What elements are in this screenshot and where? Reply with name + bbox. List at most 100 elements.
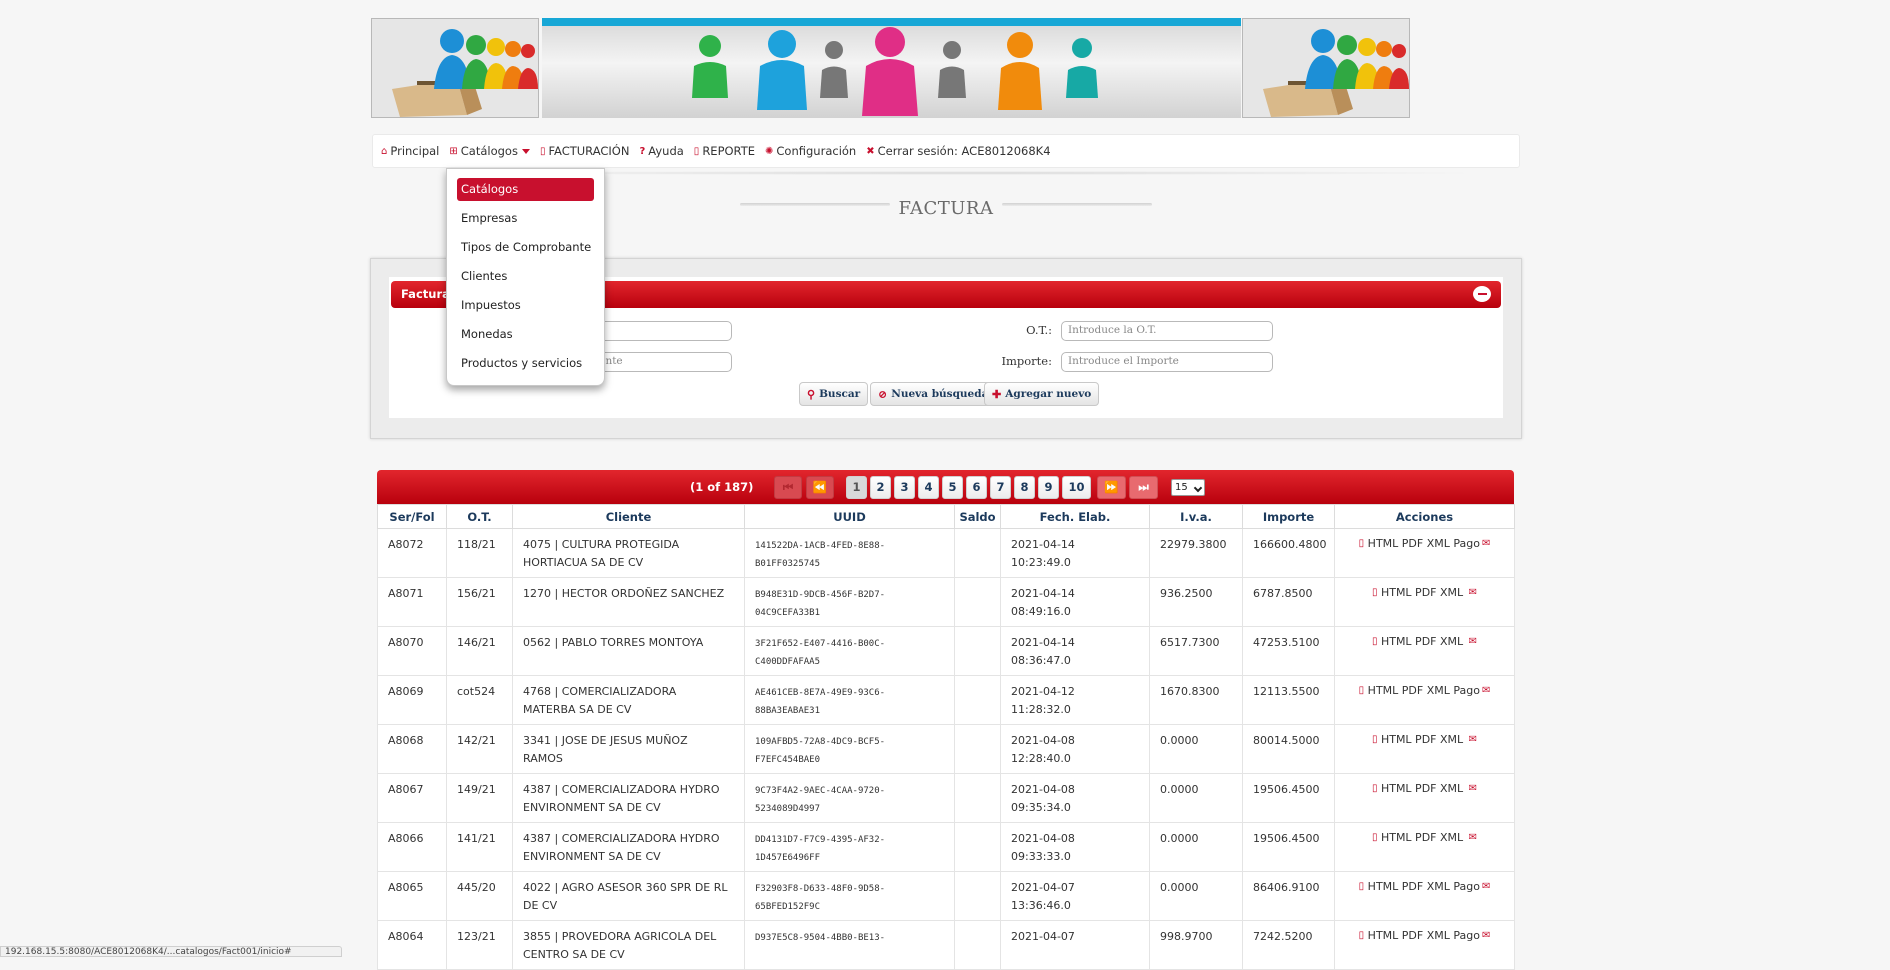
page-button[interactable]: 5 (942, 476, 963, 499)
document-icon[interactable]: ▯ (1372, 832, 1378, 843)
document-icon[interactable]: ▯ (1372, 734, 1378, 745)
cell-iva: 0.0000 (1149, 871, 1243, 921)
chevron-down-icon (1193, 483, 1203, 493)
cell-saldo (954, 871, 1001, 921)
document-icon[interactable]: ▯ (1359, 930, 1365, 941)
document-icon[interactable]: ▯ (1359, 881, 1365, 892)
document-icon[interactable]: ▯ (1372, 587, 1378, 598)
page-button[interactable]: 7 (990, 476, 1011, 499)
search-button[interactable]: ⚲ Buscar (799, 382, 869, 406)
mail-icon[interactable]: ✉ (1469, 636, 1477, 647)
document-icon[interactable]: ▯ (1372, 783, 1378, 794)
cell-saldo (954, 528, 1001, 578)
mail-icon[interactable]: ✉ (1469, 587, 1477, 598)
dropdown-item-clientes[interactable]: Clientes (457, 265, 594, 294)
action-links[interactable]: HTML PDF XML Pago (1368, 684, 1480, 697)
cell-ot: 445/20 (446, 871, 513, 921)
action-links[interactable]: HTML PDF XML (1381, 831, 1463, 844)
menu-item-facturacion[interactable]: ▯ FACTURACIÓN (540, 144, 629, 158)
page-button[interactable]: 1 (846, 476, 867, 499)
ot-input[interactable]: Introduce la O.T. (1061, 321, 1273, 341)
mail-icon[interactable]: ✉ (1482, 538, 1490, 549)
document-icon[interactable]: ▯ (1359, 685, 1365, 696)
menu-item-configuracion[interactable]: ✺ Configuración (765, 144, 856, 158)
table-row[interactable]: A8066 141/21 4387 | COMERCIALIZADORA HYD… (377, 822, 1515, 872)
menu-item-label: Configuración (776, 144, 857, 158)
mail-icon[interactable]: ✉ (1482, 930, 1490, 941)
cell-ot: 146/21 (446, 626, 513, 676)
column-header[interactable]: Acciones (1334, 504, 1515, 529)
table-row[interactable]: A8065 445/20 4022 | AGRO ASESOR 360 SPR … (377, 871, 1515, 921)
cell-serfol: A8072 (377, 528, 447, 578)
action-links[interactable]: HTML PDF XML Pago (1368, 537, 1480, 550)
action-links[interactable]: HTML PDF XML (1381, 586, 1463, 599)
page-button[interactable]: 8 (1014, 476, 1035, 499)
cell-iva: 0.0000 (1149, 773, 1243, 823)
column-header[interactable]: Importe (1242, 504, 1335, 529)
mail-icon[interactable]: ✉ (1482, 881, 1490, 892)
column-header[interactable]: Cliente (512, 504, 745, 529)
mail-icon[interactable]: ✉ (1482, 685, 1490, 696)
importe-input[interactable]: Introduce el Importe (1061, 352, 1273, 372)
cell-cliente: 1270 | HECTOR ORDOÑEZ SANCHEZ (512, 577, 745, 627)
page-button[interactable]: 4 (918, 476, 939, 499)
table-row[interactable]: A8069 cot524 4768 | COMERCIALIZADORA MATE… (377, 675, 1515, 725)
table-row[interactable]: A8068 142/21 3341 | JOSE DE JESUS MUÑOZ R… (377, 724, 1515, 774)
column-header[interactable]: O.T. (446, 504, 513, 529)
menu-item-reporte[interactable]: ▯ REPORTE (694, 144, 755, 158)
page-button[interactable]: 9 (1038, 476, 1059, 499)
dropdown-item-monedas[interactable]: Monedas (457, 323, 594, 352)
dropdown-item-impuestos[interactable]: Impuestos (457, 294, 594, 323)
column-header[interactable]: UUID (744, 504, 955, 529)
document-icon[interactable]: ▯ (1359, 538, 1365, 549)
action-links[interactable]: HTML PDF XML (1381, 782, 1463, 795)
rows-per-page-select[interactable]: 15 (1171, 479, 1205, 496)
table-row[interactable]: A8070 146/21 0562 | PABLO TORRES MONTOYA… (377, 626, 1515, 676)
document-icon[interactable]: ▯ (1372, 636, 1378, 647)
column-header[interactable]: I.v.a. (1149, 504, 1243, 529)
table-row[interactable]: A8064 123/21 3855 | PROVEDORA AGRICOLA D… (377, 920, 1515, 970)
action-links[interactable]: HTML PDF XML (1381, 635, 1463, 648)
table-row[interactable]: A8071 156/21 1270 | HECTOR ORDOÑEZ SANCH… (377, 577, 1515, 627)
page-button[interactable]: 2 (870, 476, 891, 499)
page-button[interactable]: 3 (894, 476, 915, 499)
menu-item-principal[interactable]: ⌂ Principal (381, 144, 439, 158)
cell-importe: 6787.8500 (1242, 577, 1335, 627)
mail-icon[interactable]: ✉ (1469, 783, 1477, 794)
action-links[interactable]: HTML PDF XML Pago (1368, 880, 1480, 893)
menu-item-catalogos[interactable]: ⊞ Catálogos (449, 144, 530, 158)
last-page-button[interactable]: ⏭ (1129, 476, 1158, 499)
action-links[interactable]: HTML PDF XML Pago (1368, 929, 1480, 942)
cell-uuid: F32903F8-D633-48F0-9D58- 65BFED152F9C (744, 871, 955, 921)
document-icon: ▯ (693, 145, 700, 157)
dropdown-item-productos-servicios[interactable]: Productos y servicios (457, 352, 594, 381)
column-header[interactable]: Saldo (954, 504, 1001, 529)
cell-ot: 141/21 (446, 822, 513, 872)
mail-icon[interactable]: ✉ (1469, 832, 1477, 843)
action-links[interactable]: HTML PDF XML (1381, 733, 1463, 746)
add-new-button[interactable]: ✚ Agregar nuevo (984, 382, 1100, 406)
cell-cliente: 4022 | AGRO ASESOR 360 SPR DE RL DE CV (512, 871, 745, 921)
first-page-button[interactable]: ⏮ (774, 476, 802, 499)
page-button[interactable]: 10 (1062, 476, 1091, 499)
dropdown-item-tipos-comprobante[interactable]: Tipos de Comprobante (457, 236, 594, 265)
page-title: FACTURA (898, 198, 994, 219)
cell-serfol: A8066 (377, 822, 447, 872)
table-row[interactable]: A8072 118/21 4075 | CULTURA PROTEGIDA HOR… (377, 528, 1515, 578)
dropdown-item-empresas[interactable]: Empresas (457, 207, 594, 236)
dropdown-item-catalogos[interactable]: Catálogos (457, 178, 594, 201)
column-header[interactable]: Fech. Elab. (1000, 504, 1150, 529)
column-header[interactable]: Ser/Fol (377, 504, 447, 529)
page-button[interactable]: 6 (966, 476, 987, 499)
menu-item-cerrar-sesion[interactable]: ✖ Cerrar sesión: ACE8012068K4 (866, 144, 1050, 158)
paginator: (1 of 187) ⏮ ⏪ 1 2 3 4 5 6 7 8 9 10 ⏩ ⏭ … (377, 470, 1514, 504)
cell-uuid: DD4131D7-F7C9-4395-AF32- 1D457E6496FF (744, 822, 955, 872)
next-page-button[interactable]: ⏩ (1097, 476, 1126, 499)
mail-icon[interactable]: ✉ (1469, 734, 1477, 745)
new-search-button[interactable]: ⊘ Nueva búsqueda (870, 382, 997, 406)
prev-page-button[interactable]: ⏪ (806, 476, 834, 499)
menu-item-ayuda[interactable]: ? Ayuda (639, 144, 683, 158)
collapse-icon[interactable] (1473, 286, 1491, 302)
cell-acciones: ▯ HTML PDF XML Pago ✉ (1334, 675, 1515, 725)
table-row[interactable]: A8067 149/21 4387 | COMERCIALIZADORA HYD… (377, 773, 1515, 823)
